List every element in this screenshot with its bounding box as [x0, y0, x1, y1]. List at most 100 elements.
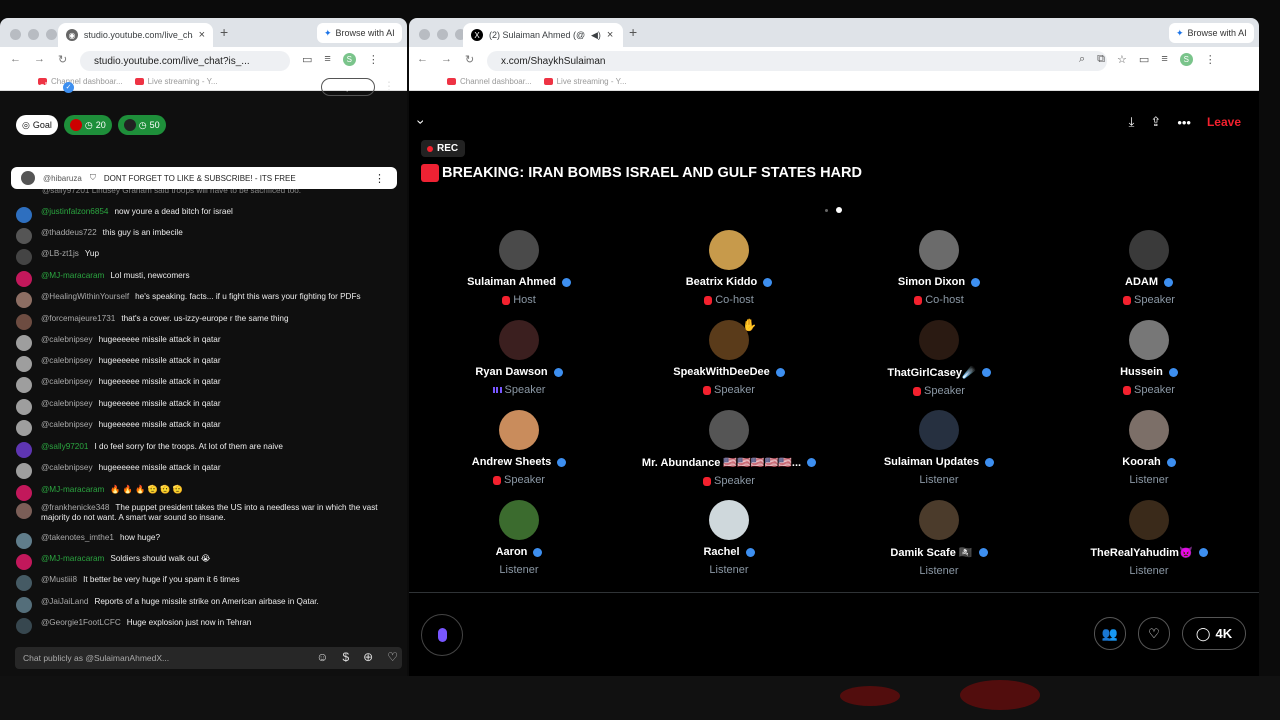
super-chat-icon[interactable]: $ — [342, 650, 349, 664]
participant-card[interactable]: Sulaiman Updates Listener — [834, 410, 1044, 486]
chat-username[interactable]: @takenotes_imthe1 — [41, 533, 114, 542]
tab-live-chat[interactable]: ◉ studio.youtube.com/live_chat × — [58, 23, 213, 47]
reload-icon[interactable]: ↻ — [58, 53, 67, 66]
chat-message[interactable]: @MJ-maracaram Lol musti, newcomers — [16, 271, 390, 287]
chat-message[interactable]: @calebnipsey hugeeeeee missile attack in … — [16, 356, 390, 372]
share-icon[interactable]: ⇪ — [1150, 114, 1161, 130]
participant-card[interactable]: Hussein Speaker — [1044, 320, 1254, 396]
sidepanel-icon[interactable]: ▭ — [1139, 53, 1149, 66]
comments-button[interactable]: ◯ 4K — [1182, 617, 1246, 650]
chat-username[interactable]: @MJ-maracaram — [41, 271, 104, 280]
close-tab-icon[interactable]: × — [199, 29, 205, 41]
chat-message[interactable]: @HealingWithinYourself he's speaking. fac… — [16, 292, 390, 308]
counter-chip-1[interactable]: ◷ 20 — [63, 115, 112, 135]
bookmark-live-streaming[interactable]: Live streaming - Y... — [543, 77, 627, 86]
menu-icon[interactable]: ⋮ — [368, 53, 379, 66]
back-icon[interactable]: ← — [417, 53, 428, 65]
chat-message[interactable]: @calebnipsey hugeeeeee missile attack in … — [16, 377, 390, 393]
speaker-icon[interactable]: ◀) — [591, 30, 601, 41]
chat-username[interactable]: @calebnipsey — [41, 420, 93, 429]
chat-message[interactable]: @justinfalzon6854 now youre a dead bitch … — [16, 207, 390, 223]
participant-card[interactable]: ThatGirlCasey☄️ Speaker — [834, 320, 1044, 397]
chat-username[interactable]: @JaiJaiLand — [41, 597, 88, 606]
forward-icon[interactable]: → — [441, 53, 452, 65]
more-icon[interactable]: ••• — [1177, 115, 1191, 130]
chat-message[interactable]: @frankhenicke348 The puppet president tak… — [16, 503, 390, 523]
chat-message[interactable]: @calebnipsey hugeeeeee missile attack in … — [16, 463, 390, 479]
chat-username[interactable]: @LB-zt1js — [41, 249, 79, 258]
participant-card[interactable]: Aaron Listener — [414, 500, 624, 576]
back-icon[interactable]: ← — [10, 53, 21, 65]
pinned-message[interactable]: @hibaruza ⛉ DONT FORGET TO LIKE & SUBSCR… — [11, 167, 397, 189]
profile-avatar[interactable]: S — [342, 53, 356, 66]
participant-card[interactable]: Rachel Listener — [624, 500, 834, 576]
chat-username[interactable]: @calebnipsey — [41, 335, 93, 344]
reload-icon[interactable]: ↻ — [465, 53, 474, 66]
participant-card[interactable]: Ryan Dawson Speaker — [414, 320, 624, 396]
participant-card[interactable]: Beatrix Kiddo Co-host — [624, 230, 834, 306]
new-tab-button[interactable]: + — [629, 24, 637, 40]
chat-username[interactable]: @Mustiii8 — [41, 575, 77, 584]
window-controls[interactable] — [419, 29, 466, 40]
page-dot-active[interactable] — [836, 207, 842, 213]
participant-card[interactable]: ✋ SpeakWithDeeDee Speaker — [624, 318, 834, 396]
chat-username[interactable]: @calebnipsey — [41, 463, 93, 472]
chat-message[interactable]: @takenotes_imthe1 how huge? — [16, 533, 390, 549]
participant-card[interactable]: Mr. Abundance 🇺🇸🇺🇸🇺🇸🇺🇸🇺🇸... Speaker — [624, 410, 834, 487]
chat-menu-icon[interactable]: ⋮ — [383, 79, 395, 93]
chat-message[interactable]: @calebnipsey hugeeeeee missile attack in … — [16, 420, 390, 436]
chat-message[interactable]: @calebnipsey hugeeeeee missile attack in … — [16, 399, 390, 415]
top-fans-button[interactable]: ♕ Top fans — [320, 78, 375, 96]
new-tab-button[interactable]: + — [220, 24, 228, 40]
chat-username[interactable]: @thaddeus722 — [41, 228, 97, 237]
chat-message[interactable]: @Georgie1FootLCFC Huge explosion just now… — [16, 618, 390, 634]
url-field[interactable]: x.com/ShaykhSulaiman — [487, 51, 1107, 71]
zoom-icon[interactable]: ⌕ — [1079, 53, 1085, 66]
chat-message[interactable]: @JaiJaiLand Reports of a huge missile str… — [16, 597, 390, 613]
pinned-menu-icon[interactable]: ⋮ — [374, 172, 385, 185]
chat-message[interactable]: @MJ-maracaram 🔥 🔥 🔥 🫡 🫡 🫡 — [16, 485, 390, 501]
counter-chip-2[interactable]: ◷ 50 — [117, 115, 166, 135]
minimize-icon[interactable]: ⤓ — [1129, 114, 1135, 130]
tab-search-icon[interactable]: ≡ — [324, 53, 330, 66]
window-controls[interactable] — [10, 29, 57, 40]
emoji-icon[interactable]: ☺ — [316, 650, 328, 664]
participant-card[interactable]: Damik Scafe 🏴‍☠️ Listener — [834, 500, 1044, 577]
chat-message[interactable]: @calebnipsey hugeeeeee missile attack in … — [16, 335, 390, 351]
chat-username[interactable]: @MJ-maracaram — [41, 554, 104, 563]
install-icon[interactable]: ⧉ — [1097, 53, 1105, 66]
page-dot[interactable] — [825, 208, 828, 212]
add-icon[interactable]: ⊕ — [363, 650, 373, 664]
chat-username[interactable]: @Georgie1FootLCFC — [41, 618, 121, 627]
chat-username[interactable]: @MJ-maracaram — [41, 485, 104, 494]
heart-icon[interactable]: ♡ — [387, 650, 398, 664]
chat-username[interactable]: @HealingWithinYourself — [41, 292, 129, 301]
chat-message[interactable]: @sally97201 I do feel sorry for the troop… — [16, 442, 390, 458]
chat-username[interactable]: @forcemajeure1731 — [41, 314, 115, 323]
participant-card[interactable]: Sulaiman Ahmed Host — [414, 230, 624, 306]
goal-chip[interactable]: ◎ Goal — [16, 115, 58, 135]
forward-icon[interactable]: → — [34, 53, 45, 65]
chat-message[interactable]: @LB-zt1js Yup — [16, 249, 390, 265]
mic-button[interactable] — [421, 614, 463, 656]
menu-icon[interactable]: ⋮ — [1205, 53, 1216, 66]
chat-message[interactable]: @forcemajeure1731 that's a cover. us-izzy… — [16, 314, 390, 330]
browse-with-ai-button[interactable]: ✦ Browse with AI — [317, 23, 402, 43]
tab-search-icon[interactable]: ≡ — [1161, 53, 1167, 66]
chat-username[interactable]: @justinfalzon6854 — [41, 207, 109, 216]
chevron-down-icon[interactable]: › — [413, 120, 429, 125]
close-tab-icon[interactable]: × — [607, 29, 613, 41]
reactions-button[interactable]: ♡ — [1138, 617, 1170, 650]
browse-with-ai-button[interactable]: ✦ Browse with AI — [1169, 23, 1254, 43]
leave-button[interactable]: Leave — [1207, 115, 1241, 129]
participant-card[interactable]: Simon Dixon Co-host — [834, 230, 1044, 306]
chat-message[interactable]: @MJ-maracaram Soldiers should walk out 😭 — [16, 554, 390, 570]
chat-username[interactable]: @calebnipsey — [41, 377, 93, 386]
participant-card[interactable]: TheRealYahudim👿 Listener — [1044, 500, 1254, 577]
chat-username[interactable]: @calebnipsey — [41, 356, 93, 365]
sidepanel-icon[interactable]: ▭ — [302, 53, 312, 66]
chat-input[interactable]: Chat publicly as @SulaimanAhmedX... ☺ $ … — [15, 647, 402, 669]
people-button[interactable]: 👥 — [1094, 617, 1126, 650]
participant-card[interactable]: Koorah Listener — [1044, 410, 1254, 486]
chat-username[interactable]: @frankhenicke348 — [41, 503, 109, 512]
